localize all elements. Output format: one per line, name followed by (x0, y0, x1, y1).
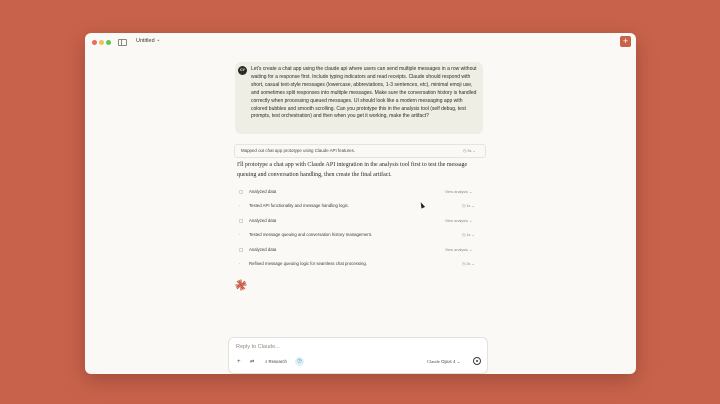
step-label: Tested API functionality and message han… (249, 203, 350, 208)
voice-mode-button[interactable] (473, 357, 481, 365)
chevron-down-icon: ⌄ (456, 359, 461, 364)
sidebar-toggle-icon[interactable] (118, 39, 127, 46)
research-search-icon: ⌕ (265, 359, 268, 364)
model-selector[interactable]: Claude Opus 4 ⌄ (427, 359, 461, 365)
thinking-summary[interactable]: Mapped out chat app prototype using Clau… (234, 144, 486, 158)
bullet-icon: · (239, 203, 241, 208)
thinking-summary-text: Mapped out chat app prototype using Clau… (241, 148, 355, 153)
step-label: Refined message queuing logic for seamle… (249, 261, 367, 266)
thought-step[interactable]: · Tested message queuing and conversatio… (234, 228, 484, 242)
zoom-window-button[interactable] (106, 40, 111, 45)
extended-thinking-toggle-icon[interactable]: ◷ (295, 357, 304, 366)
assistant-reply: I'll prototype a chat app with Claude AP… (237, 162, 468, 178)
message-composer[interactable]: Reply to Claude... + ⇄ ⌕Research ◷ Claud… (228, 337, 488, 374)
claude-spark-icon (235, 279, 247, 291)
chat-title[interactable]: Untitled (136, 38, 155, 44)
step-label: Tested message queuing and conversation … (249, 232, 373, 237)
step-duration: ◷ 1s ⌄ (462, 204, 475, 208)
document-icon: ▢ (239, 189, 244, 194)
thought-step[interactable]: · Refined message queuing logic for seam… (234, 257, 484, 271)
analysis-step[interactable]: ▢ Analyzed data View analysis ⌄ (234, 185, 484, 199)
bullet-icon: · (239, 232, 241, 237)
analysis-step[interactable]: ▢ Analyzed data View analysis ⌄ (234, 243, 484, 257)
title-bar: Untitled ⌄ + (85, 33, 636, 50)
chevron-down-icon: ⌄ (471, 149, 476, 153)
step-label: Analyzed data (249, 247, 277, 252)
thinking-duration: ◷ 3s ⌄ (463, 149, 476, 153)
research-button[interactable]: ⌕Research (263, 358, 289, 366)
attach-plus-icon[interactable]: + (237, 359, 241, 365)
analysis-step[interactable]: ▢ Analyzed data View analysis ⌄ (234, 214, 484, 228)
plus-icon: + (622, 36, 629, 46)
close-window-button[interactable] (92, 40, 97, 45)
tools-settings-icon[interactable]: ⇄ (250, 359, 254, 365)
step-duration: ◷ 1s ⌄ (462, 233, 475, 237)
view-analysis-link[interactable]: View analysis ⌄ (445, 247, 472, 252)
minimize-window-button[interactable] (99, 40, 104, 45)
view-analysis-link[interactable]: View analysis ⌄ (445, 218, 472, 223)
step-label: Analyzed data (249, 218, 277, 223)
step-duration: ◷ 2s ⌄ (462, 262, 475, 266)
bullet-icon: · (239, 261, 241, 266)
reply-input[interactable]: Reply to Claude... (236, 344, 280, 350)
document-icon: ▢ (239, 247, 244, 252)
new-chat-button[interactable]: + (620, 36, 631, 47)
thought-step[interactable]: · Tested API functionality and message h… (234, 199, 484, 213)
app-window: Untitled ⌄ + CY Let's create a chat app … (85, 33, 636, 374)
user-message: CY Let's create a chat app using the cla… (235, 62, 483, 134)
avatar: CY (238, 66, 247, 75)
step-label: Analyzed data (249, 189, 277, 194)
view-analysis-link[interactable]: View analysis ⌄ (445, 189, 472, 194)
user-message-text: Let's create a chat app using the claude… (251, 66, 477, 120)
chevron-down-icon[interactable]: ⌄ (156, 37, 161, 43)
document-icon: ▢ (239, 218, 244, 223)
